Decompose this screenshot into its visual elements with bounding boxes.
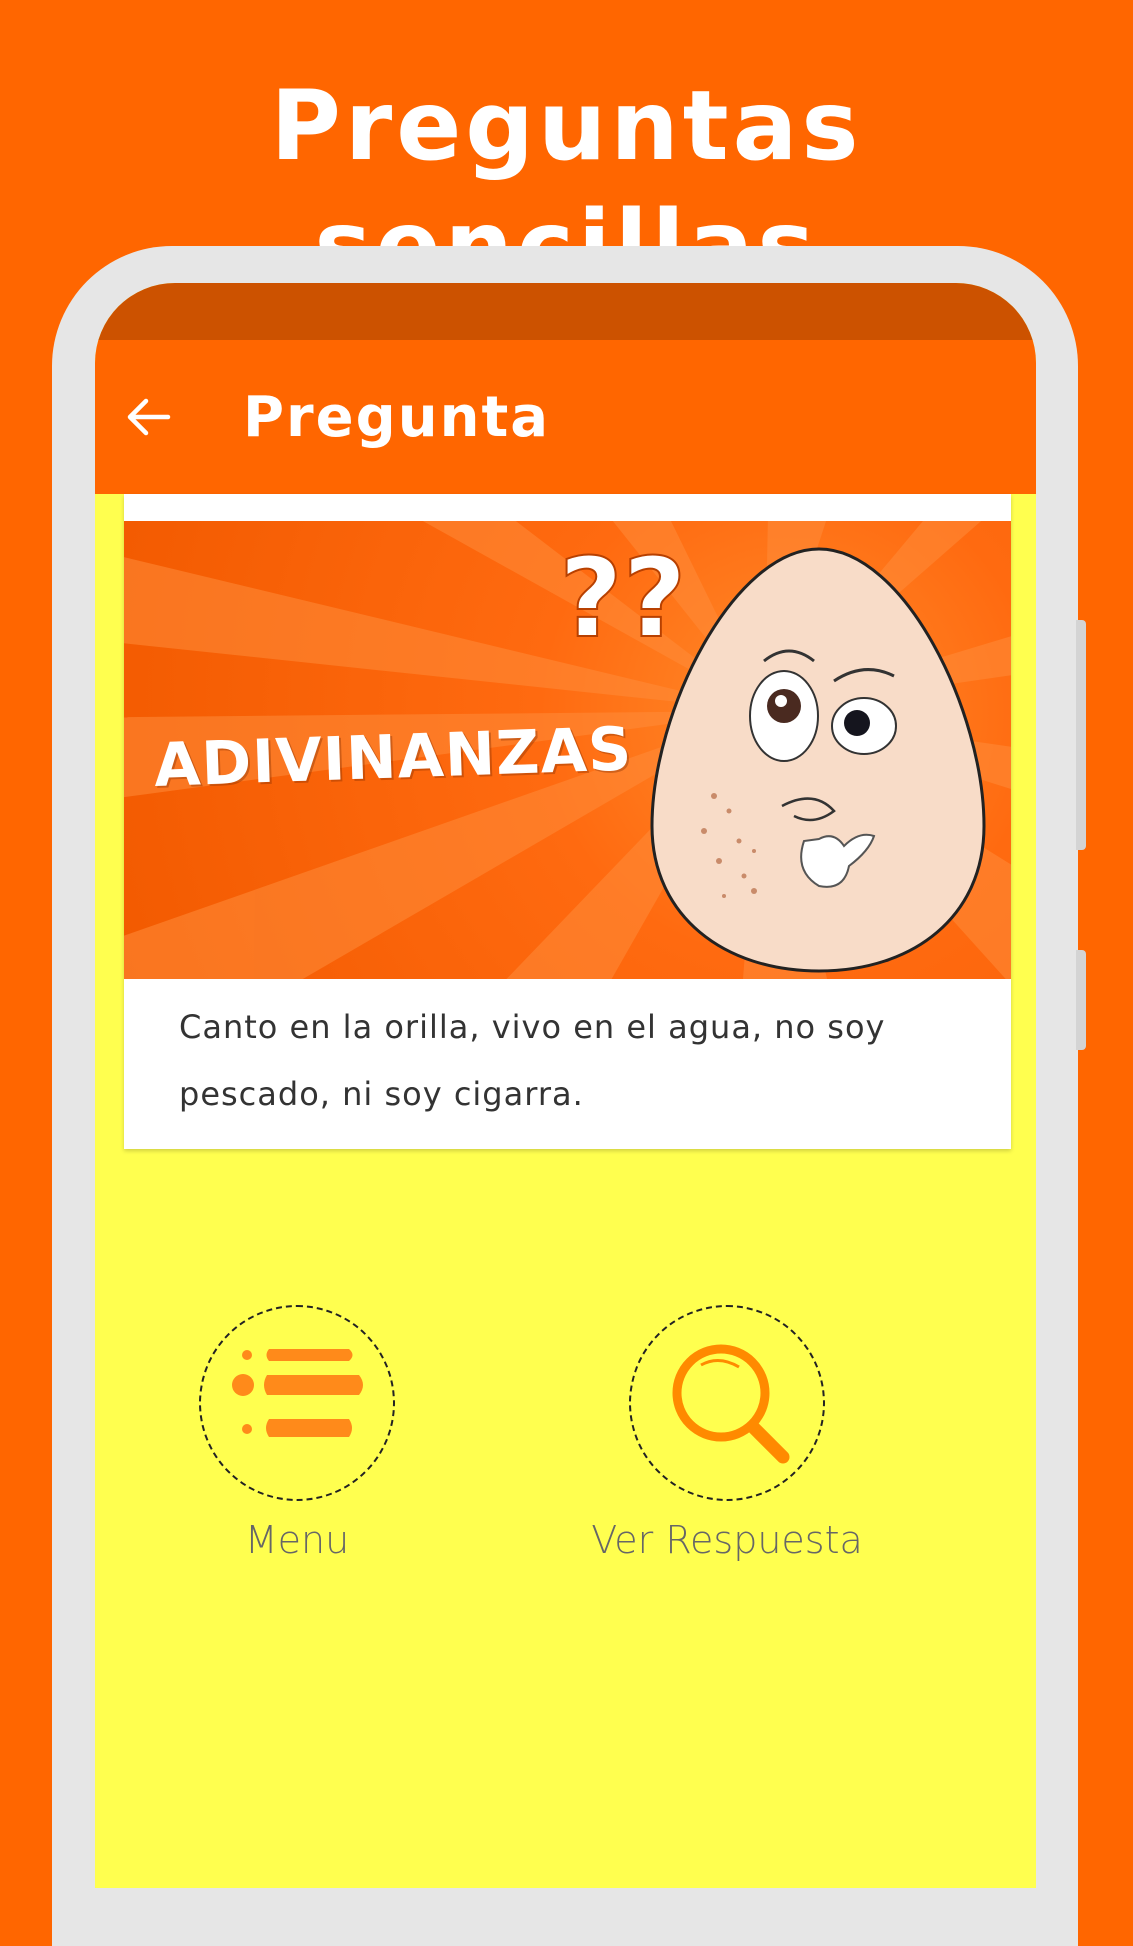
magnifier-icon: [672, 1344, 790, 1464]
phone-power-button: [1076, 950, 1086, 1050]
app-toolbar: Pregunta: [95, 340, 1036, 494]
page-title: Pregunta: [243, 385, 551, 450]
menu-list-icon: [232, 1349, 363, 1437]
ver-respuesta-button[interactable]: [629, 1305, 825, 1501]
status-bar: [95, 283, 1036, 340]
arrow-left-icon: [127, 398, 171, 436]
phone-volume-button: [1076, 620, 1086, 850]
back-button[interactable]: [123, 392, 173, 442]
thinking-egg-icon: [650, 547, 986, 973]
riddle-card: ADIVINANZAS ?? Canto en la orilla, vivo …: [124, 494, 1011, 1149]
menu-label[interactable]: Menu: [97, 1515, 497, 1565]
adivinanzas-banner: ADIVINANZAS ??: [124, 521, 1011, 979]
phone-screen: Pregunta ADIVINANZAS ?? Canto en la oril…: [95, 283, 1036, 1888]
menu-button[interactable]: [199, 1305, 395, 1501]
ver-respuesta-label[interactable]: Ver Respuesta: [527, 1515, 927, 1565]
riddle-text: Canto en la orilla, vivo en el agua, no …: [179, 1008, 886, 1113]
